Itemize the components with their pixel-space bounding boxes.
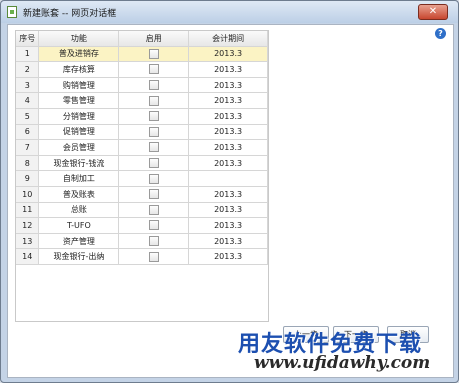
row-enable-cell	[118, 46, 190, 63]
dialog-content: ? 序号 功能 启用 会计期间 1 普及进销存 2013.3 2 库存核算 2013.3 3…	[7, 24, 454, 378]
row-seq: 12	[16, 217, 40, 234]
row-enable-cell	[118, 202, 190, 219]
row-seq: 10	[16, 186, 40, 203]
row-enable-cell	[118, 170, 190, 187]
table-row[interactable]: 13 资产管理 2013.3	[16, 233, 268, 250]
header-function: 功能	[38, 31, 120, 47]
row-period: 2013.3	[188, 108, 268, 125]
enable-checkbox[interactable]	[148, 251, 159, 262]
row-function: 库存核算	[38, 61, 120, 78]
window-title: 新建账套 -- 网页对话框	[23, 9, 117, 19]
row-enable-cell	[118, 139, 190, 156]
row-period: 2013.3	[188, 186, 268, 203]
row-function: 会员管理	[38, 139, 120, 156]
row-seq: 14	[16, 248, 40, 265]
row-function: 零售管理	[38, 92, 120, 109]
document-icon	[7, 6, 17, 18]
row-function: 普及账表	[38, 186, 120, 203]
table-row[interactable]: 3 购销管理 2013.3	[16, 77, 268, 94]
enable-checkbox[interactable]	[148, 204, 159, 215]
enable-checkbox[interactable]	[148, 80, 159, 91]
row-seq: 6	[16, 124, 40, 141]
enable-checkbox[interactable]	[148, 126, 159, 137]
table-row[interactable]: 2 库存核算 2013.3	[16, 61, 268, 78]
table-row[interactable]: 1 普及进销存 2013.3	[16, 46, 268, 63]
row-period: 2013.3	[188, 61, 268, 78]
enable-checkbox[interactable]	[148, 95, 159, 106]
row-seq: 5	[16, 108, 40, 125]
table-row[interactable]: 11 总账 2013.3	[16, 202, 268, 219]
table-row[interactable]: 9 自制加工	[16, 170, 268, 187]
row-enable-cell	[118, 217, 190, 234]
row-enable-cell	[118, 77, 190, 94]
row-function: 自制加工	[38, 170, 120, 187]
row-function: 购销管理	[38, 77, 120, 94]
row-enable-cell	[118, 233, 190, 250]
enable-checkbox[interactable]	[148, 158, 159, 169]
row-function: 普及进销存	[38, 46, 120, 63]
dialog-window: 新建账套 -- 网页对话框 ✕ ? 序号 功能 启用 会计期间 1 普及进销存 20…	[0, 0, 459, 383]
row-enable-cell	[118, 124, 190, 141]
row-enable-cell	[118, 248, 190, 265]
header-enable: 启用	[118, 31, 190, 47]
row-function: 分销管理	[38, 108, 120, 125]
row-function: 资产管理	[38, 233, 120, 250]
enable-checkbox[interactable]	[148, 236, 159, 247]
row-period: 2013.3	[188, 139, 268, 156]
table-row[interactable]: 8 现金银行-钱流 2013.3	[16, 155, 268, 172]
table-row[interactable]: 6 促销管理 2013.3	[16, 124, 268, 141]
row-period: 2013.3	[188, 92, 268, 109]
row-period: 2013.3	[188, 248, 268, 265]
enable-checkbox[interactable]	[148, 48, 159, 59]
row-period: 2013.3	[188, 46, 268, 63]
row-seq: 2	[16, 61, 40, 78]
row-seq: 1	[16, 46, 40, 63]
header-period: 会计期间	[188, 31, 268, 47]
row-function: 总账	[38, 202, 120, 219]
table-row[interactable]: 12 T-UFO 2013.3	[16, 217, 268, 234]
row-seq: 3	[16, 77, 40, 94]
row-seq: 13	[16, 233, 40, 250]
row-period: 2013.3	[188, 217, 268, 234]
enable-checkbox[interactable]	[148, 64, 159, 75]
row-enable-cell	[118, 92, 190, 109]
row-function: 现金银行-钱流	[38, 155, 120, 172]
title-bar[interactable]: 新建账套 -- 网页对话框 ✕	[1, 1, 458, 23]
row-enable-cell	[118, 155, 190, 172]
row-seq: 7	[16, 139, 40, 156]
close-button[interactable]: ✕	[418, 4, 448, 20]
row-period: 2013.3	[188, 233, 268, 250]
enable-checkbox[interactable]	[148, 173, 159, 184]
header-seq: 序号	[16, 31, 40, 47]
row-seq: 4	[16, 92, 40, 109]
row-enable-cell	[118, 186, 190, 203]
row-period: 2013.3	[188, 202, 268, 219]
row-period: 2013.3	[188, 124, 268, 141]
table-row[interactable]: 5 分销管理 2013.3	[16, 108, 268, 125]
watermark-url: www.ufidawhy.com	[254, 353, 431, 373]
row-function: T-UFO	[38, 217, 120, 234]
enable-checkbox[interactable]	[148, 111, 159, 122]
enable-checkbox[interactable]	[148, 189, 159, 200]
enable-checkbox[interactable]	[148, 142, 159, 153]
row-period	[188, 170, 268, 187]
table-row[interactable]: 14 现金银行-出纳 2013.3	[16, 248, 268, 265]
row-seq: 8	[16, 155, 40, 172]
help-icon[interactable]: ?	[435, 28, 446, 39]
table-row[interactable]: 10 普及账表 2013.3	[16, 186, 268, 203]
table-header-row: 序号 功能 启用 会计期间	[16, 31, 268, 47]
row-period: 2013.3	[188, 77, 268, 94]
row-function: 现金银行-出纳	[38, 248, 120, 265]
table-row[interactable]: 7 会员管理 2013.3	[16, 139, 268, 156]
row-enable-cell	[118, 108, 190, 125]
row-function: 促销管理	[38, 124, 120, 141]
row-enable-cell	[118, 61, 190, 78]
table-row[interactable]: 4 零售管理 2013.3	[16, 92, 268, 109]
module-table: 序号 功能 启用 会计期间 1 普及进销存 2013.3 2 库存核算 2013.3 3 购销…	[15, 30, 269, 322]
row-seq: 9	[16, 170, 40, 187]
row-seq: 11	[16, 202, 40, 219]
enable-checkbox[interactable]	[148, 220, 159, 231]
row-period: 2013.3	[188, 155, 268, 172]
